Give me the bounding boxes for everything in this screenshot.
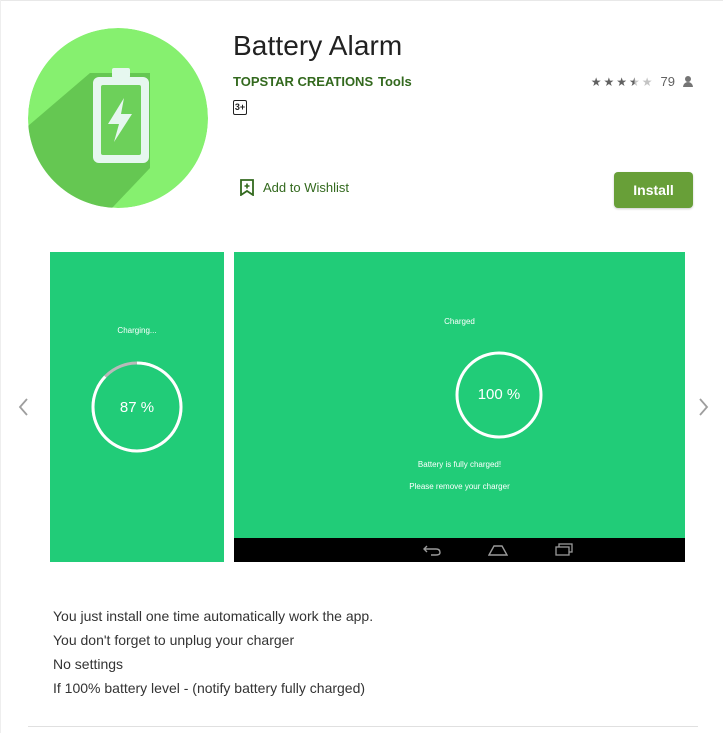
previous-screenshot-chevron-icon[interactable] bbox=[16, 397, 30, 417]
star-icon: ★ bbox=[590, 74, 602, 89]
wishlist-label: Add to Wishlist bbox=[263, 180, 349, 195]
android-nav-bar bbox=[234, 538, 685, 562]
app-title: Battery Alarm bbox=[233, 30, 403, 61]
developer-link[interactable]: TOPSTAR CREATIONS bbox=[233, 74, 373, 89]
star-icon: ★ bbox=[616, 74, 627, 89]
rating-summary: ★ ★ ★ ★ ★ 79 bbox=[591, 74, 693, 89]
app-description: You just install one time automatically … bbox=[53, 604, 373, 700]
star-icon: ★ bbox=[603, 74, 615, 89]
recents-icon bbox=[555, 543, 573, 556]
person-icon bbox=[683, 76, 693, 87]
top-divider bbox=[0, 0, 723, 1]
description-line: You just install one time automatically … bbox=[53, 608, 374, 624]
left-divider bbox=[0, 0, 1, 733]
screenshot-status-text: Charging... bbox=[117, 326, 157, 335]
battery-charging-icon bbox=[28, 28, 208, 208]
description-line: If 100% battery level - (notify battery … bbox=[53, 680, 366, 696]
screenshot-charged[interactable]: Charged 100 % Battery is fully charged! … bbox=[234, 252, 685, 562]
home-icon bbox=[488, 545, 508, 556]
app-detail-page: Battery Alarm TOPSTAR CREATIONS Tools ★ … bbox=[0, 0, 723, 733]
section-divider bbox=[28, 726, 698, 727]
bookmark-add-icon bbox=[240, 179, 254, 196]
next-screenshot-chevron-icon[interactable] bbox=[697, 397, 711, 417]
screenshot-charging[interactable]: Charging... 87 % bbox=[50, 252, 224, 562]
content-rating-badge: 3+ bbox=[233, 100, 247, 115]
install-button[interactable]: Install bbox=[614, 172, 693, 208]
description-line: No settings bbox=[53, 656, 124, 672]
screenshot-status-text: Charged bbox=[444, 317, 475, 326]
battery-percent-label: 87 % bbox=[119, 399, 155, 416]
star-half-icon: ★ bbox=[629, 74, 640, 89]
description-line: You don't forget to unplug your charger bbox=[53, 632, 295, 648]
add-to-wishlist-button[interactable]: Add to Wishlist bbox=[240, 179, 349, 196]
rating-count: 79 bbox=[660, 74, 675, 89]
charged-message: Battery is fully charged! bbox=[417, 460, 502, 469]
back-icon bbox=[423, 545, 441, 556]
category-link[interactable]: Tools bbox=[378, 74, 412, 89]
star-empty-icon: ★ bbox=[641, 74, 653, 89]
remove-charger-message: Please remove your charger bbox=[409, 482, 510, 491]
battery-percent-label: 100 % bbox=[477, 386, 521, 403]
